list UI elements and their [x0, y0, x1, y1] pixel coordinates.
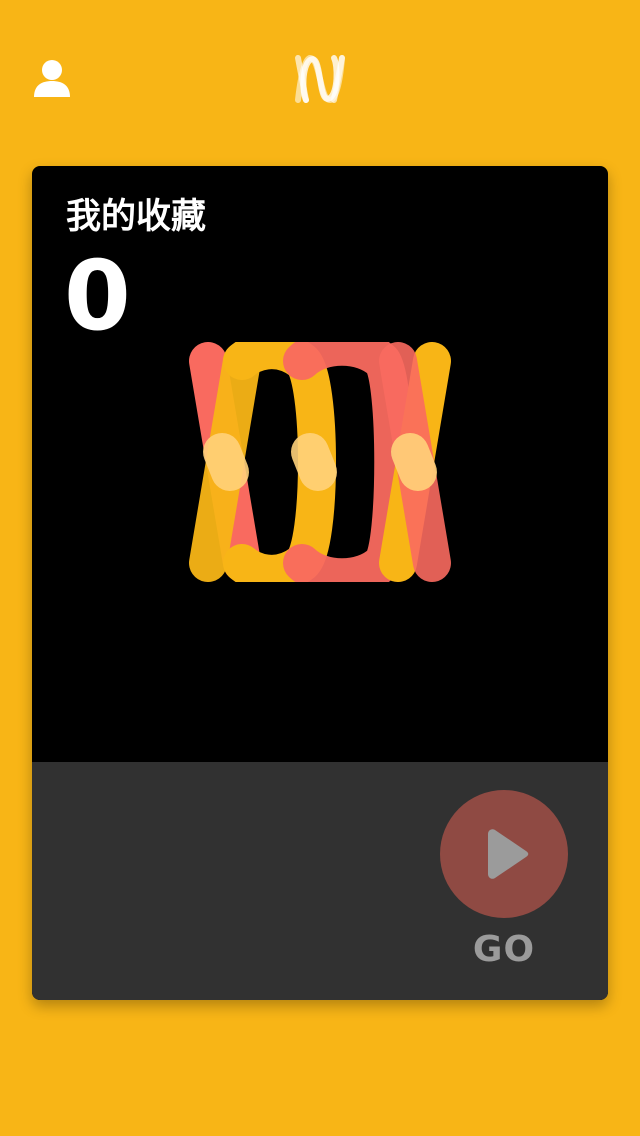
user-icon — [34, 60, 70, 97]
top-bar — [0, 0, 640, 150]
play-icon — [488, 829, 529, 879]
go-label: GO — [472, 929, 536, 970]
go-button[interactable] — [440, 790, 568, 918]
loops-logo-icon — [189, 342, 451, 582]
favorites-title: 我的收藏 — [66, 197, 207, 237]
favorites-count: 0 — [64, 240, 131, 352]
favorites-card[interactable]: 我的收藏 0 GO — [32, 166, 608, 1000]
profile-button[interactable] — [30, 56, 74, 100]
app-logo-icon — [295, 54, 345, 104]
card-footer: GO — [32, 762, 608, 1000]
